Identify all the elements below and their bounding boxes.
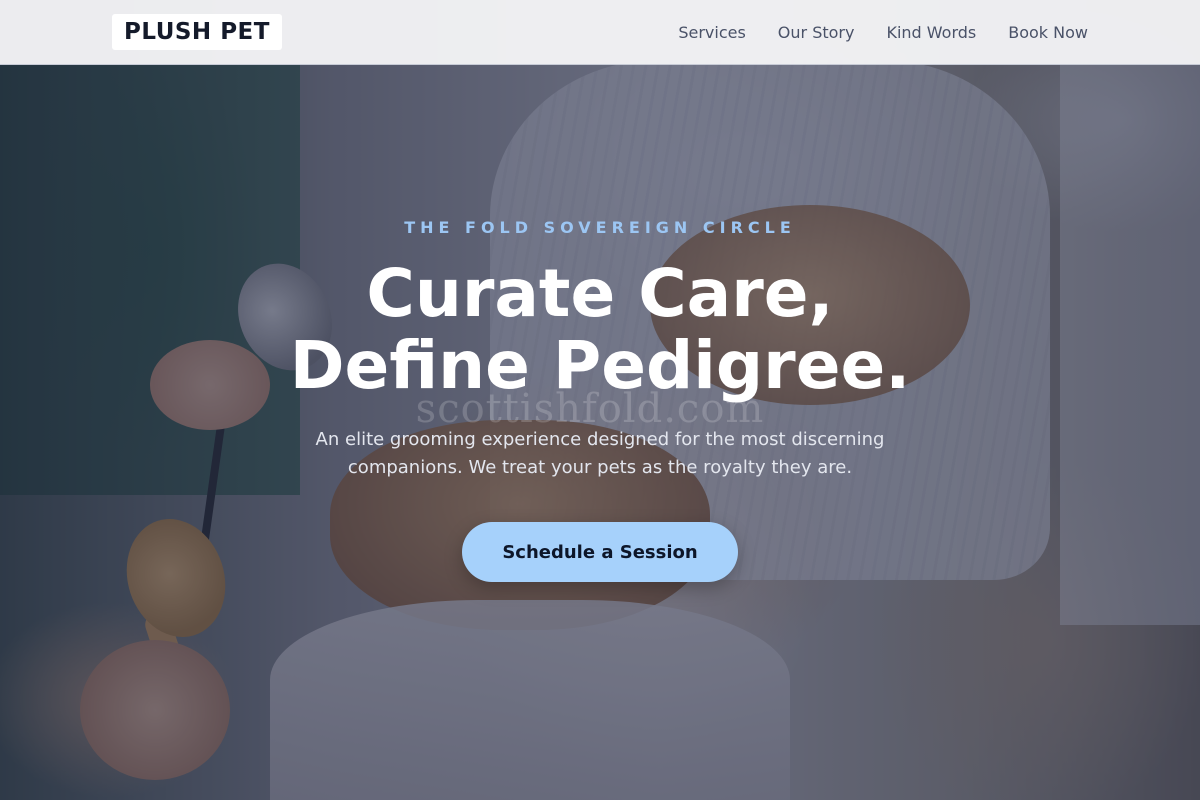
hero-headline-line-1: Curate Care, xyxy=(366,255,834,332)
schedule-session-button[interactable]: Schedule a Session xyxy=(462,522,738,582)
hero-section: THE FOLD SOVEREIGN CIRCLE Curate Care, D… xyxy=(0,0,1200,800)
hero-headline: Curate Care, Define Pedigree. xyxy=(0,258,1200,402)
hero-eyebrow: THE FOLD SOVEREIGN CIRCLE xyxy=(404,218,796,237)
hero-subtext: An elite grooming experience designed fo… xyxy=(315,429,885,478)
hero-headline-line-2: Define Pedigree. xyxy=(289,327,911,404)
